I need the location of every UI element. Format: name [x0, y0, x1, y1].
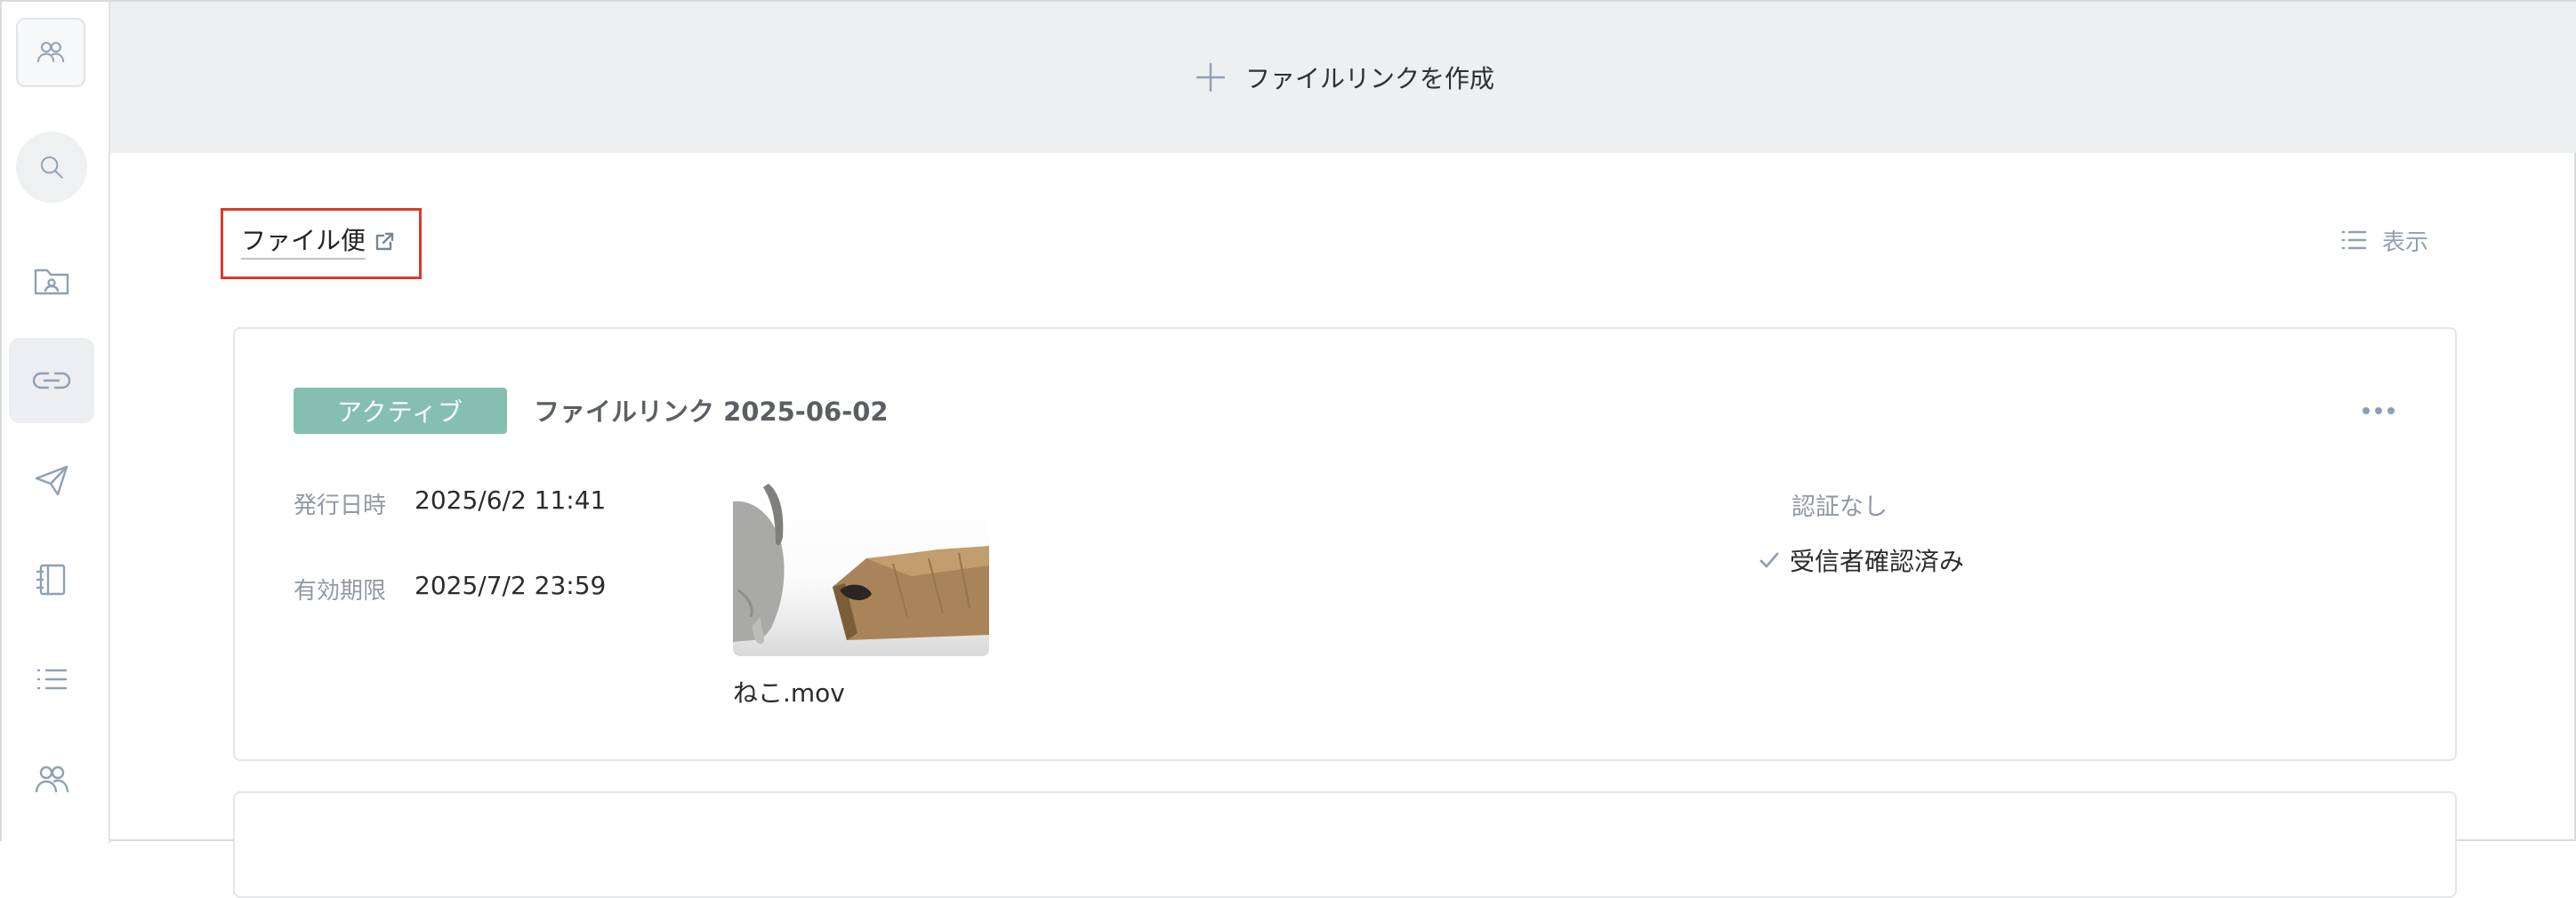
sidebar	[2, 2, 110, 843]
card-title: ファイルリンク 2025-06-02	[534, 397, 889, 427]
sidebar-item-folders[interactable]	[9, 238, 94, 324]
list-icon	[36, 669, 68, 690]
address-book-icon	[36, 564, 66, 596]
recipient-confirmed: 受信者確認済み	[1758, 542, 1964, 578]
workspace-logo[interactable]	[16, 18, 85, 87]
status-badge: アクティブ	[294, 388, 507, 434]
issued-label: 発行日時	[294, 493, 387, 519]
file-link-card-next[interactable]	[233, 791, 2457, 898]
more-dot-icon	[2363, 407, 2370, 414]
section-title: ファイル便	[241, 227, 366, 261]
app-frame: ファイルリンクを作成 ファイル便 表示 アクティブ ファイルリンク 2025-0…	[0, 0, 2576, 898]
auth-status: 認証なし	[1791, 493, 1888, 521]
users-icon	[36, 42, 65, 62]
view-toggle-button[interactable]: 表示	[2339, 220, 2428, 260]
external-link-icon	[375, 232, 394, 251]
sidebar-item-send[interactable]	[9, 437, 94, 523]
sidebar-item-team[interactable]	[9, 736, 94, 822]
folder-user-icon	[34, 269, 69, 295]
sidebar-search-button[interactable]	[16, 132, 87, 203]
view-toggle-label: 表示	[2382, 229, 2429, 256]
create-file-link-button[interactable]: ファイルリンクを作成	[1194, 60, 1494, 95]
section-title-link[interactable]: ファイル便	[221, 208, 422, 279]
file-name: ねこ.mov	[733, 678, 845, 708]
sidebar-item-address-book[interactable]	[9, 537, 94, 622]
file-link-card[interactable]: アクティブ ファイルリンク 2025-06-02 発行日時 2025/6/2 1…	[233, 327, 2457, 761]
send-icon	[35, 465, 68, 496]
file-thumbnail[interactable]	[733, 484, 989, 656]
check-icon	[1759, 552, 1779, 568]
sidebar-item-list[interactable]	[9, 637, 94, 722]
recipient-confirmed-label: 受信者確認済み	[1790, 547, 1965, 576]
plus-icon	[1195, 62, 1226, 92]
video-preview-image	[733, 484, 989, 645]
more-options-button[interactable]	[2352, 393, 2405, 429]
expiry-label: 有効期限	[294, 578, 387, 605]
top-bar: ファイルリンクを作成	[110, 2, 2576, 153]
more-dot-icon	[2375, 407, 2382, 414]
link-icon	[32, 372, 71, 389]
create-file-link-label: ファイルリンクを作成	[1244, 64, 1494, 93]
issued-value: 2025/6/2 11:41	[415, 485, 607, 515]
list-view-icon	[2341, 230, 2367, 250]
sidebar-item-file-links[interactable]	[9, 338, 94, 423]
more-dot-icon	[2387, 407, 2395, 414]
expiry-value: 2025/7/2 23:59	[415, 571, 607, 600]
search-icon	[40, 156, 63, 179]
team-icon	[35, 766, 69, 793]
